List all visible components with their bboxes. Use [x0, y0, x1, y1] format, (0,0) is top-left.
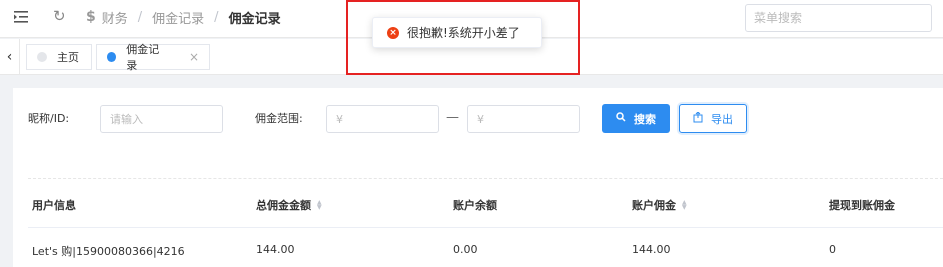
sort-icon[interactable]: ▲ ▼ [317, 200, 322, 211]
menu-toggle-icon[interactable] [14, 10, 30, 24]
range-min-input[interactable] [326, 105, 439, 133]
search-button[interactable]: 搜索 [602, 104, 670, 133]
range-separator: — [446, 110, 459, 125]
error-toast: × 很抱歉!系统开小差了 [372, 17, 542, 48]
breadcrumb-item-current: 佣金记录 [228, 11, 281, 27]
column-header-withdrawn-commission: 提现到账佣金 [829, 197, 895, 213]
breadcrumb: $ 财务 / 佣金记录 / 佣金记录 [86, 8, 281, 27]
range-max-input[interactable] [467, 105, 580, 133]
table-cell-account-commission: 144.00 [632, 243, 671, 256]
tab-label: 主页 [57, 51, 79, 64]
column-header-label: 账户余额 [453, 199, 497, 212]
refresh-icon[interactable]: ↻ [53, 8, 69, 24]
search-button-label: 搜索 [634, 112, 656, 126]
column-header-balance: 账户余额 [453, 197, 497, 213]
table-row-divider [28, 227, 943, 228]
tab-commission-records[interactable]: 佣金记录 × [96, 43, 210, 72]
export-icon [693, 110, 703, 126]
close-icon[interactable]: × [189, 50, 199, 64]
table-cell-balance: 0.00 [453, 243, 478, 256]
menu-search-input[interactable] [745, 4, 932, 32]
tab-home[interactable]: 主页 [26, 44, 92, 70]
search-icon [616, 112, 626, 125]
tab-dot-icon [37, 52, 47, 62]
export-button[interactable]: 导出 [679, 104, 747, 133]
column-header-label: 账户佣金 [632, 199, 676, 212]
sort-icon[interactable]: ▲ ▼ [682, 200, 687, 211]
column-header-total-commission[interactable]: 总佣金金额 ▲ ▼ [256, 197, 322, 213]
tab-dot-icon [107, 52, 117, 62]
divider [28, 178, 943, 179]
breadcrumb-separator: / [137, 9, 143, 25]
breadcrumb-separator: / [214, 9, 219, 25]
finance-icon: $ [86, 9, 96, 25]
nickname-input[interactable] [100, 105, 223, 133]
breadcrumb-item-commission[interactable]: 佣金记录 [152, 8, 204, 27]
nickname-label: 昵称/ID: [28, 112, 70, 125]
column-header-user-info: 用户信息 [32, 197, 76, 213]
column-header-account-commission[interactable]: 账户佣金 ▲ ▼ [632, 197, 687, 213]
column-header-label: 总佣金金额 [256, 199, 311, 212]
column-header-label: 用户信息 [32, 199, 76, 212]
error-icon: × [387, 26, 399, 39]
breadcrumb-item-finance[interactable]: 财务 [102, 8, 128, 27]
tab-label: 佣金记录 [126, 43, 160, 72]
export-button-label: 导出 [711, 112, 733, 126]
table-cell-withdrawn-commission: 0 [829, 243, 836, 256]
chevron-left-icon[interactable]: ‹ [0, 39, 20, 75]
column-header-label: 提现到账佣金 [829, 199, 895, 212]
toast-message: 很抱歉!系统开小差了 [407, 26, 520, 40]
table-cell-total-commission: 144.00 [256, 243, 295, 256]
table-cell-user-info: Let's 购|15900080366|4216 [32, 245, 185, 258]
commission-range-label: 佣金范围: [255, 112, 303, 125]
